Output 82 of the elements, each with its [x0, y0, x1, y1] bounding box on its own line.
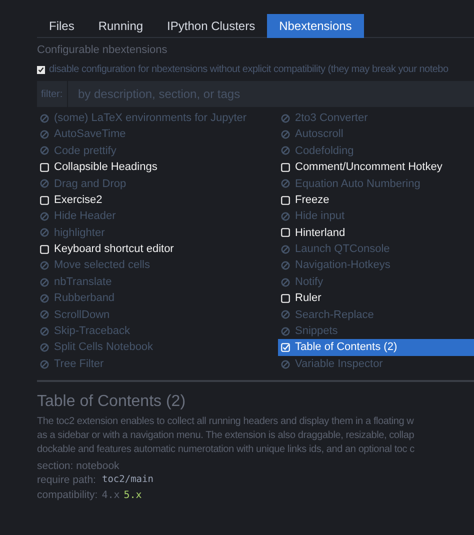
extension-item[interactable]: Hide input: [278, 208, 474, 225]
checkbox-icon: [281, 162, 290, 172]
ban-icon: [40, 212, 49, 222]
ban-icon: [281, 114, 290, 123]
tab[interactable]: IPython Clusters: [155, 14, 268, 38]
extension-item[interactable]: Variable Inspector: [278, 356, 474, 372]
tab[interactable]: Nbextensions: [267, 14, 364, 38]
ban-icon: [281, 244, 290, 254]
ban-icon: [281, 179, 290, 188]
checkbox[interactable]: [37, 66, 45, 74]
extension-item[interactable]: Launch QTConsole: [278, 241, 474, 258]
extension-item[interactable]: (some) LaTeX environments for Jupyter: [37, 110, 278, 126]
extension-item[interactable]: Autoscroll: [278, 126, 474, 143]
ban-icon: [40, 294, 49, 303]
ban-icon: [40, 326, 49, 336]
extension-item[interactable]: highlighter: [37, 224, 278, 242]
tab[interactable]: Files: [37, 14, 86, 38]
ban-icon: [40, 130, 49, 140]
ban-icon: [40, 146, 49, 156]
extension-item[interactable]: Exercise2: [37, 192, 278, 208]
extension-item[interactable]: Collapsible Headings: [37, 159, 278, 176]
version-tag: 4.x: [102, 488, 120, 502]
checkbox-icon: [40, 162, 49, 172]
extension-item[interactable]: Keyboard shortcut editor: [37, 241, 278, 258]
option-label: disable configuration for nbextensions without explicit compatibility (they may break your notebo: [49, 63, 448, 77]
checkbox-icon: [40, 244, 49, 254]
extension-item[interactable]: Comment/Uncomment Hotkey: [278, 159, 474, 176]
extension-item[interactable]: Table of Contents (2): [278, 339, 474, 356]
extension-item[interactable]: Code prettify: [37, 142, 278, 160]
checkbox-icon: [281, 294, 290, 303]
extension-item[interactable]: Search-Replace: [278, 306, 474, 324]
ban-icon: [40, 310, 49, 320]
require-label: require path:: [37, 473, 96, 488]
extension-item[interactable]: Notify: [278, 274, 474, 290]
extension-item[interactable]: ScrollDown: [37, 306, 278, 324]
section-heading: Configurable nbextensions: [37, 44, 168, 57]
ban-icon: [40, 360, 49, 369]
ban-icon: [281, 360, 290, 369]
extension-item[interactable]: Rubberband: [37, 290, 278, 307]
extension-item[interactable]: Freeze: [278, 192, 474, 208]
checkbox-icon: [40, 196, 49, 205]
extension-item[interactable]: Navigation-Hotkeys: [278, 258, 474, 274]
require-path: toc2/main: [102, 473, 154, 488]
description-line: dockable and features automatic numerotation with unique links ids, and an optional toc c: [37, 443, 416, 458]
ban-icon: [281, 261, 290, 270]
ban-icon: [281, 326, 290, 336]
details-title: Table of Contents (2): [37, 392, 187, 412]
checkbox-icon: [281, 196, 290, 205]
extension-item[interactable]: Move selected cells: [37, 258, 278, 274]
ban-icon: [40, 114, 49, 123]
extension-item[interactable]: Tree Filter: [37, 356, 278, 372]
checkbox-icon: [281, 228, 290, 238]
ban-icon: [40, 278, 49, 287]
ban-icon: [281, 130, 290, 140]
ban-icon: [40, 343, 49, 352]
extension-item[interactable]: nbTranslate: [37, 274, 278, 290]
section-text: section: notebook: [37, 459, 120, 474]
extension-item[interactable]: Drag and Drop: [37, 176, 278, 192]
compatibility-label: compatibility:: [37, 488, 98, 502]
ban-icon: [281, 212, 290, 222]
extension-item[interactable]: AutoSaveTime: [37, 126, 278, 143]
ban-icon: [40, 261, 49, 270]
extension-item[interactable]: Split Cells Notebook: [37, 339, 278, 356]
description-line: as a sidebar or with a navigation menu. The extension is also draggable, resizable, collap: [37, 429, 416, 444]
extension-item[interactable]: Ruler: [278, 290, 474, 307]
ban-icon: [281, 146, 290, 156]
extension-item[interactable]: Skip-Traceback: [37, 323, 278, 340]
ban-icon: [281, 278, 290, 287]
description-line: The toc2 extension enables to collect all running headers and display them in a floating w: [37, 415, 415, 430]
extension-item[interactable]: Snippets: [278, 323, 474, 340]
filter-label: filter:: [37, 81, 67, 107]
version-tag: 5.x: [124, 488, 142, 502]
ban-icon: [40, 179, 49, 188]
extension-item[interactable]: Hinterland: [278, 224, 474, 242]
extension-item[interactable]: Hide Header: [37, 208, 278, 225]
ban-icon: [40, 228, 49, 238]
ban-icon: [281, 310, 290, 320]
checked-checkbox-icon: [281, 343, 290, 352]
extension-item[interactable]: Codefolding: [278, 142, 474, 160]
extension-item[interactable]: 2to3 Converter: [278, 110, 474, 126]
tab[interactable]: Running: [86, 14, 156, 38]
extension-item[interactable]: Equation Auto Numbering: [278, 176, 474, 192]
